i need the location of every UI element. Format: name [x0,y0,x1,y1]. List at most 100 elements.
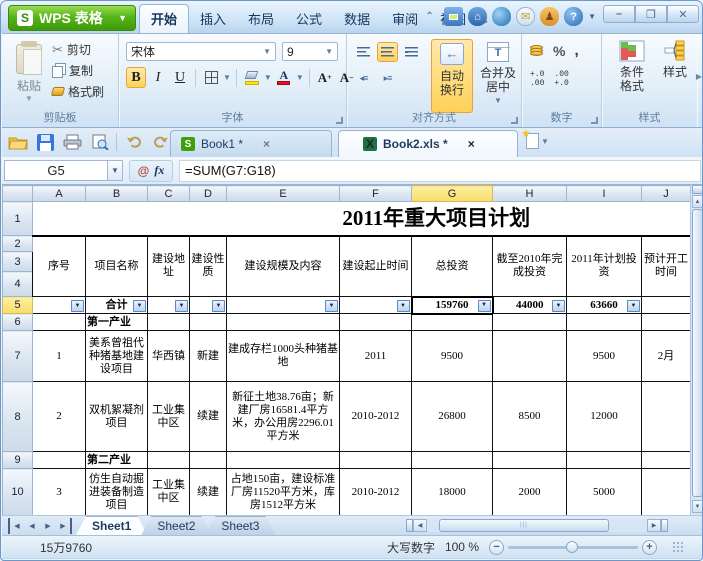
cell[interactable]: 9500 [567,331,642,382]
vertical-scroll-thumb[interactable] [692,209,703,497]
cell[interactable] [642,382,691,452]
cell[interactable] [567,452,642,469]
cell[interactable]: 26800 [412,382,493,452]
sheet-tab-sheet1[interactable]: Sheet1 [76,516,147,535]
help-chevron-icon[interactable]: ▼ [588,12,596,21]
scroll-right-icon[interactable]: ▶ [647,519,661,532]
zoom-slider-thumb[interactable] [566,541,578,553]
underline-button[interactable]: U [170,67,190,88]
cell[interactable] [340,452,412,469]
horizontal-scroll-thumb[interactable]: ||| [439,519,609,532]
merge-center-button[interactable]: T 合并及居中 ▼ [477,39,519,113]
cell[interactable]: 2010-2012 [340,382,412,452]
cell[interactable]: 双机絮凝剂项目 [86,382,148,452]
open-button[interactable] [6,131,30,153]
scroll-up-icon[interactable]: ▲ [692,195,703,208]
ribbon-scroll-right-icon[interactable]: ▶ [696,72,702,81]
cell[interactable] [33,452,86,469]
cell[interactable]: 12000 [567,382,642,452]
header-cell[interactable]: 建设起止时间 [340,236,412,297]
font-color-button[interactable]: A [274,67,294,88]
zoom-in-button[interactable]: + [642,540,657,555]
cell[interactable]: 2 [33,382,86,452]
header-cell[interactable]: 预计开工时间 [642,236,691,297]
cell[interactable]: 新建 [190,331,227,382]
doc-tab-book1[interactable]: S Book1 * × [170,130,332,157]
account-icon[interactable]: ♟ [540,7,559,26]
wps-app-button[interactable]: S WPS 表格 ▼ [8,5,136,31]
autofilter-icon[interactable]: ▼ [71,300,84,312]
caps-number-label[interactable]: 大写数字 [387,539,435,556]
cell[interactable]: 新征土地38.76亩；新建厂房16581.4平方米，办公用房2296.01平方米 [227,382,340,452]
row-header-8[interactable]: 8 [3,382,33,452]
mail-icon[interactable]: ✉ [516,7,535,26]
increase-decimal-button[interactable]: +.0 .00 [530,70,544,88]
save-button[interactable] [33,131,57,153]
align-right-button[interactable] [401,42,422,62]
autofilter-icon[interactable]: ▼ [478,300,491,312]
at-function-icon[interactable]: @ [138,164,150,178]
col-header-B[interactable]: B [86,186,148,202]
sheet-title-cell[interactable]: 2011年重大项目计划 [33,202,691,236]
autofilter-icon[interactable]: ▼ [325,300,338,312]
browser-icon[interactable] [492,7,511,26]
scroll-down-icon[interactable]: ▼ [692,500,703,513]
cell[interactable] [227,314,340,331]
select-all-corner[interactable] [3,186,33,202]
sheet-tab-sheet2[interactable]: Sheet2 [141,516,211,535]
col-header-J[interactable]: J [642,186,691,202]
vertical-scrollbar[interactable]: ▲ ▼ [690,185,703,515]
header-cell[interactable]: 建设地址 [148,236,190,297]
scrollbar-split-handle[interactable] [661,519,668,532]
collapse-ribbon-icon[interactable]: ⌃ [420,7,439,26]
cell[interactable] [148,452,190,469]
wrap-text-button[interactable]: ← 自动换行 [431,39,473,113]
scrollbar-split-handle[interactable] [406,519,413,532]
formula-input[interactable]: =SUM(G7:G18) [179,160,701,182]
cell[interactable]: 2000 [493,469,567,516]
cell[interactable] [33,314,86,331]
row-header-9[interactable]: 9 [3,452,33,469]
col-header-D[interactable]: D [190,186,227,202]
undo-button[interactable] [122,131,146,153]
fill-color-button[interactable] [242,67,262,88]
resize-grip[interactable] [673,542,683,552]
cell[interactable] [190,452,227,469]
cell-B5[interactable]: 合计▼ [86,297,148,314]
cell[interactable]: 9500 [412,331,493,382]
cell[interactable]: 美系曾祖代种猪基地建设项目 [86,331,148,382]
row-header-10[interactable]: 10 [3,469,33,516]
cell[interactable]: 工业集中区 [148,469,190,516]
tab-formula[interactable]: 公式 [285,5,333,33]
zoom-slider-track[interactable] [508,546,638,549]
new-document-button[interactable]: ★ ▼ [526,133,549,149]
minimize-button[interactable]: – [603,5,635,23]
horizontal-scrollbar[interactable]: ◀ ||| ▶ [406,518,686,533]
header-cell[interactable]: 项目名称 [86,236,148,297]
header-cell[interactable]: 建设规模及内容 [227,236,340,297]
cell[interactable]: 仿生自动掘进装备制造项目 [86,469,148,516]
tab-insert[interactable]: 插入 [189,5,237,33]
name-box[interactable]: G5 [4,160,108,181]
cell[interactable]: 工业集中区 [148,382,190,452]
restore-button[interactable]: ❐ [635,5,667,23]
close-tab-icon[interactable]: × [263,137,270,151]
cell-G5-selected[interactable]: 159760▼ [412,297,493,314]
bold-button[interactable]: B [126,67,146,88]
align-left-button[interactable] [353,42,374,62]
italic-button[interactable]: I [148,67,168,88]
close-tab-icon[interactable]: × [468,137,475,151]
row-header-4[interactable]: 4 [3,272,33,297]
row-header-1[interactable]: 1 [3,202,33,236]
cut-button[interactable]: ✂ 剪切 [52,41,104,58]
row-header-2[interactable]: 2 [3,236,33,252]
prev-sheet-icon[interactable]: ◀ [24,518,40,534]
col-header-F[interactable]: F [340,186,412,202]
header-cell[interactable]: 总投资 [412,236,493,297]
paste-button[interactable]: 粘贴 ▼ [10,42,48,108]
row-header-6[interactable]: 6 [3,314,33,331]
cell[interactable] [642,452,691,469]
align-center-button[interactable] [377,42,398,62]
cell[interactable]: 3 [33,469,86,516]
cell-section-first[interactable]: 第一产业 [86,314,148,331]
